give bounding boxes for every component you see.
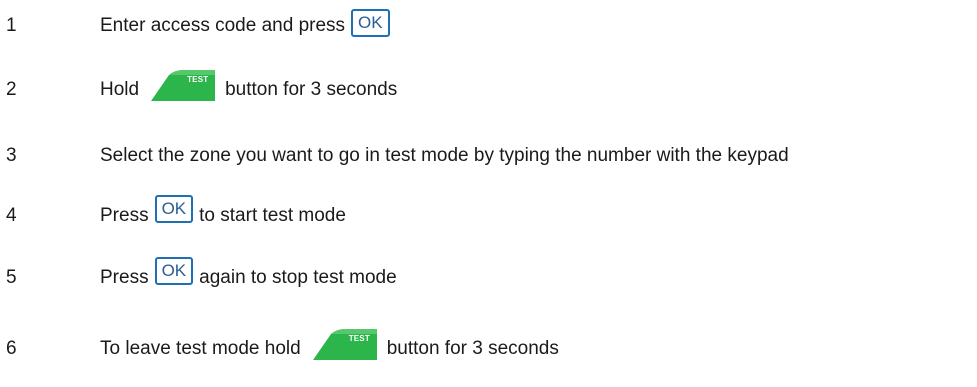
test-key-icon: TEST <box>149 69 217 103</box>
step-number: 6 <box>6 338 17 359</box>
step-text-after: button for 3 seconds <box>386 338 559 359</box>
ok-key-icon: OK <box>154 195 194 223</box>
step-instruction: To leave test mode hold TEST button for … <box>100 329 559 369</box>
test-key-label: TEST <box>187 75 209 84</box>
step-5: 5 Press OK again to stop test mode <box>0 257 977 298</box>
ok-key-icon: OK <box>351 9 390 37</box>
step-3: 3 Select the zone you want to go in test… <box>0 136 977 176</box>
step-2: 2 Hold TEST button for 3 seconds <box>0 70 977 110</box>
step-number: 3 <box>6 145 17 166</box>
step-instruction: Hold TEST button for 3 seconds <box>100 70 397 110</box>
step-instruction: Enter access code and press OK <box>100 6 390 46</box>
step-text-after: again to stop test mode <box>199 267 397 288</box>
step-text-before: Press <box>100 205 149 226</box>
step-text-before: Hold <box>100 79 140 100</box>
step-number: 4 <box>6 205 17 226</box>
step-instruction: Select the zone you want to go in test m… <box>100 136 789 176</box>
step-text-before: Enter access code and press <box>100 15 346 36</box>
test-key-label: TEST <box>348 334 370 343</box>
step-number: 2 <box>6 79 17 100</box>
step-text-before: Press <box>100 267 149 288</box>
ok-key-icon: OK <box>154 257 194 285</box>
test-key-icon: TEST <box>311 328 379 362</box>
step-text-before: To leave test mode hold <box>100 338 301 359</box>
step-text-before: Select the zone you want to go in test m… <box>100 145 789 166</box>
step-number: 5 <box>6 267 17 288</box>
step-instruction: Press OK to start test mode <box>100 195 346 236</box>
step-6: 6 To leave test mode hold TEST button fo… <box>0 329 977 369</box>
step-text-after: button for 3 seconds <box>225 79 398 100</box>
step-1: 1 Enter access code and press OK <box>0 6 977 46</box>
step-text-after: to start test mode <box>199 205 346 226</box>
step-4: 4 Press OK to start test mode <box>0 195 977 236</box>
step-number: 1 <box>6 15 17 36</box>
step-instruction: Press OK again to stop test mode <box>100 257 397 298</box>
